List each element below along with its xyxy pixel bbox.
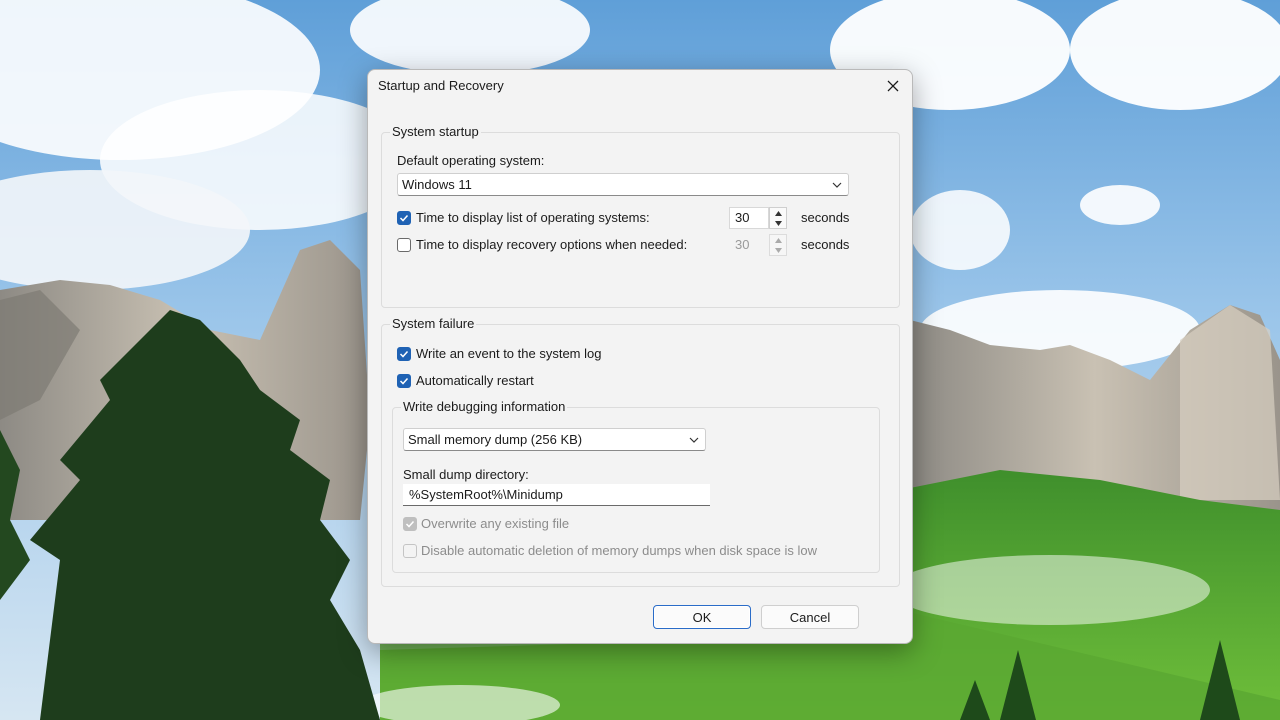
checkmark-icon — [399, 350, 409, 358]
default-os-label: Default operating system: — [397, 153, 545, 168]
display-list-checkbox[interactable] — [397, 211, 411, 225]
system-startup-label: System startup — [390, 124, 481, 140]
close-button[interactable] — [880, 74, 906, 98]
default-os-dropdown[interactable]: Windows 11 — [397, 173, 849, 196]
display-recovery-unit: seconds — [801, 237, 850, 252]
auto-restart-label: Automatically restart — [416, 373, 534, 388]
overwrite-checkbox — [403, 517, 417, 531]
auto-restart-checkbox[interactable] — [397, 374, 411, 388]
debugging-info-group: Write debugging information Small memory… — [392, 399, 880, 573]
spin-down-icon — [774, 247, 782, 253]
spin-down-icon — [774, 220, 782, 226]
ok-button[interactable]: OK — [653, 605, 751, 629]
spin-up-button-disabled — [770, 235, 786, 245]
display-list-label: Time to display list of operating system… — [416, 210, 650, 225]
chevron-down-icon — [689, 437, 699, 443]
display-recovery-checkbox[interactable] — [397, 238, 411, 252]
system-failure-label: System failure — [390, 316, 477, 332]
disable-auto-delete-label: Disable automatic deletion of memory dum… — [421, 543, 817, 558]
checkmark-icon — [399, 214, 409, 222]
chevron-down-icon — [832, 182, 842, 188]
display-recovery-spinner — [769, 234, 787, 256]
display-list-unit: seconds — [801, 210, 850, 225]
write-event-label: Write an event to the system log — [416, 346, 602, 361]
cancel-button[interactable]: Cancel — [761, 605, 859, 629]
spin-up-icon — [774, 237, 782, 243]
dump-type-dropdown[interactable]: Small memory dump (256 KB) — [403, 428, 706, 451]
spin-up-button[interactable] — [770, 208, 786, 218]
spin-down-button-disabled — [770, 245, 786, 255]
system-startup-group: System startup Default operating system:… — [381, 124, 900, 308]
spin-down-button[interactable] — [770, 218, 786, 228]
checkmark-icon — [405, 520, 415, 528]
dump-directory-label: Small dump directory: — [403, 467, 529, 482]
startup-and-recovery-dialog: Startup and Recovery System startup Defa… — [367, 69, 913, 644]
dialog-title: Startup and Recovery — [378, 78, 504, 93]
default-os-value: Windows 11 — [402, 177, 472, 192]
spin-up-icon — [774, 210, 782, 216]
dialog-titlebar[interactable]: Startup and Recovery — [368, 70, 912, 102]
disable-auto-delete-checkbox — [403, 544, 417, 558]
overwrite-label: Overwrite any existing file — [421, 516, 570, 531]
display-list-seconds-input[interactable]: 30 — [729, 207, 769, 229]
checkmark-icon — [399, 377, 409, 385]
close-icon — [887, 80, 899, 92]
dump-type-value: Small memory dump (256 KB) — [408, 432, 583, 447]
write-event-checkbox[interactable] — [397, 347, 411, 361]
debugging-info-label: Write debugging information — [401, 399, 568, 415]
display-list-spinner[interactable] — [769, 207, 787, 229]
system-failure-group: System failure Write an event to the sys… — [381, 316, 900, 587]
display-recovery-seconds-input: 30 — [729, 234, 769, 256]
display-recovery-label: Time to display recovery options when ne… — [416, 237, 688, 252]
dump-directory-input[interactable]: %SystemRoot%\Minidump — [403, 484, 710, 506]
